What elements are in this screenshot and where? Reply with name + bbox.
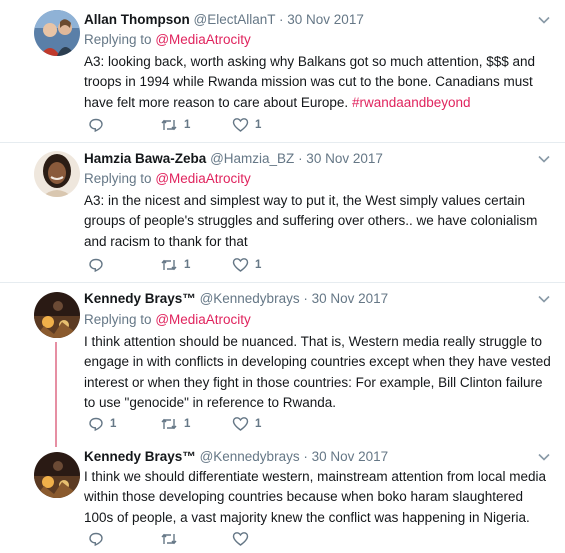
tweet-header: Allan Thompson @ElectAllanT · 30 Nov 201…	[84, 12, 364, 28]
retweet-button[interactable]	[160, 530, 178, 548]
tweet-header: Kennedy Brays™ @Kennedybrays · 30 Nov 20…	[84, 449, 388, 465]
chevron-down-icon[interactable]	[537, 152, 551, 166]
tweet-text-content: I think attention should be nuanced. Tha…	[84, 334, 551, 410]
divider	[0, 142, 565, 143]
like-button[interactable]: 1	[232, 256, 261, 274]
like-icon	[232, 532, 249, 546]
retweet-icon	[161, 119, 177, 131]
retweet-count: 1	[184, 119, 191, 131]
reply-button[interactable]	[88, 116, 104, 134]
like-button[interactable]: 1	[232, 116, 261, 134]
reply-button[interactable]: 1	[88, 415, 116, 433]
like-count: 1	[255, 259, 262, 271]
handle[interactable]: @ElectAllanT	[194, 12, 276, 27]
replying-to-link[interactable]: @MediaAtrocity	[155, 171, 250, 186]
retweet-icon	[161, 418, 177, 430]
timestamp[interactable]: · 30 Nov 2017	[279, 12, 364, 27]
timestamp[interactable]: · 30 Nov 2017	[303, 291, 388, 306]
like-icon	[232, 417, 249, 431]
replying-prefix: Replying to	[84, 171, 152, 186]
like-button[interactable]	[232, 530, 249, 548]
tweet-header: Kennedy Brays™ @Kennedybrays · 30 Nov 20…	[84, 291, 388, 307]
timestamp[interactable]: · 30 Nov 2017	[303, 449, 388, 464]
tweet-text-content: A3: in the nicest and simplest way to pu…	[84, 193, 538, 249]
handle[interactable]: @Hamzia_BZ	[210, 151, 294, 166]
avatar[interactable]	[34, 10, 80, 56]
reply-button[interactable]	[88, 530, 104, 548]
hashtag-link[interactable]: #rwandaandbeyond	[352, 95, 471, 110]
tweet-text: I think we should differentiate western,…	[84, 467, 554, 528]
handle[interactable]: @Kennedybrays	[200, 291, 300, 306]
replying-to: Replying to @MediaAtrocity	[84, 171, 251, 187]
tweet-text: A3: looking back, worth asking why Balka…	[84, 52, 554, 113]
avatar[interactable]	[34, 292, 80, 338]
like-icon	[232, 258, 249, 272]
retweet-icon	[161, 533, 177, 545]
tweet-header: Hamzia Bawa-Zeba @Hamzia_BZ · 30 Nov 201…	[84, 151, 383, 167]
display-name[interactable]: Allan Thompson	[84, 12, 190, 27]
display-name[interactable]: Hamzia Bawa-Zeba	[84, 151, 206, 166]
tweet-text: I think attention should be nuanced. Tha…	[84, 332, 554, 413]
retweet-button[interactable]: 1	[160, 415, 190, 433]
like-count: 1	[255, 119, 262, 131]
reply-icon	[89, 118, 103, 133]
retweet-icon	[161, 259, 177, 271]
tweet-text: A3: in the nicest and simplest way to pu…	[84, 191, 554, 252]
retweet-count: 1	[184, 259, 191, 271]
display-name[interactable]: Kennedy Brays™	[84, 291, 196, 306]
chevron-down-icon[interactable]	[537, 13, 551, 27]
handle[interactable]: @Kennedybrays	[200, 449, 300, 464]
reply-icon	[89, 258, 103, 273]
reply-icon	[89, 532, 103, 547]
replying-prefix: Replying to	[84, 312, 152, 327]
reply-button[interactable]	[88, 256, 104, 274]
replying-to-link[interactable]: @MediaAtrocity	[155, 312, 250, 327]
like-button[interactable]: 1	[232, 415, 261, 433]
like-icon	[232, 118, 249, 132]
display-name[interactable]: Kennedy Brays™	[84, 449, 196, 464]
retweet-count: 1	[184, 418, 191, 430]
timestamp[interactable]: · 30 Nov 2017	[298, 151, 383, 166]
thread-line	[55, 342, 57, 447]
avatar[interactable]	[34, 151, 80, 197]
chevron-down-icon[interactable]	[537, 450, 551, 464]
like-count: 1	[255, 418, 262, 430]
replying-to: Replying to @MediaAtrocity	[84, 312, 251, 328]
reply-icon	[89, 417, 103, 432]
retweet-button[interactable]: 1	[160, 116, 190, 134]
tweet-text-content: I think we should differentiate western,…	[84, 469, 546, 525]
replying-prefix: Replying to	[84, 32, 152, 47]
avatar[interactable]	[34, 452, 80, 498]
retweet-button[interactable]: 1	[160, 256, 190, 274]
chevron-down-icon[interactable]	[537, 292, 551, 306]
reply-count: 1	[110, 418, 117, 430]
replying-to: Replying to @MediaAtrocity	[84, 32, 251, 48]
replying-to-link[interactable]: @MediaAtrocity	[155, 32, 250, 47]
divider	[0, 282, 565, 283]
